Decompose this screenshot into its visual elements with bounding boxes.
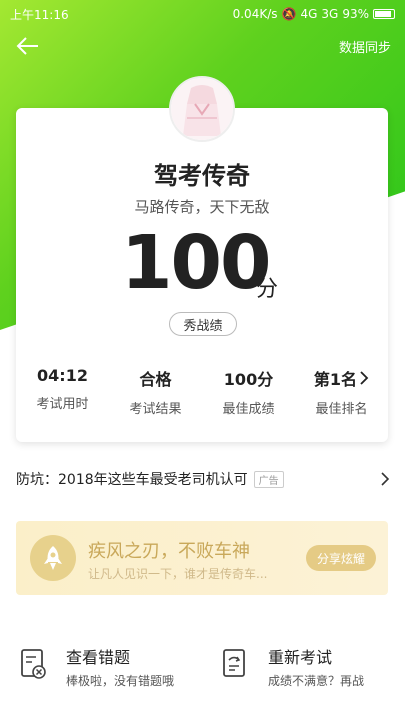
score-unit: 分 — [256, 277, 279, 302]
chevron-right-icon — [381, 472, 390, 486]
battery-icon — [373, 9, 395, 19]
mute-icon: 🔕 — [281, 7, 297, 21]
arrow-left-icon — [16, 37, 38, 55]
chevron-right-icon — [360, 371, 369, 385]
result-title: 驾考传奇 — [154, 162, 250, 190]
score-value: 100 — [121, 220, 271, 306]
action-title: 查看错题 — [66, 648, 131, 667]
ad-badge: 广告 — [253, 470, 284, 488]
actions-row: 查看错题 棒极啦，没有错题哦 重新考试 成绩不满意？再战 — [0, 638, 405, 698]
banner-subtitle: 让凡人见识一下，谁才是传奇车... — [88, 567, 268, 581]
view-wrong-questions-button[interactable]: 查看错题 棒极啦，没有错题哦 — [20, 638, 190, 698]
top-nav: 数据同步 — [0, 28, 405, 64]
battery-level: 93% — [342, 7, 369, 21]
stat-exam-time: 04:12 考试用时 — [36, 366, 89, 412]
status-time: 上午11:16 — [10, 7, 69, 22]
signal-3g: 3G — [321, 7, 339, 21]
result-card: 驾考传奇 马路传奇，天下无敌 100 分 秀战绩 04:12 考试用时 合格 考… — [16, 108, 388, 442]
ad-link[interactable]: 防坑：2018年这些车最受老司机认可 广告 — [16, 468, 390, 490]
action-title: 重新考试 — [268, 648, 333, 667]
stat-exam-result: 合格 考试结果 — [129, 370, 182, 417]
share-button[interactable]: 分享炫耀 — [306, 545, 376, 571]
stat-best-score: 100分 最佳成绩 — [222, 370, 275, 417]
ad-text: 防坑：2018年这些车最受老司机认可 — [16, 472, 248, 488]
rocket-icon — [30, 535, 76, 581]
back-button[interactable] — [14, 32, 42, 60]
avatar[interactable] — [169, 76, 235, 142]
stats-row: 04:12 考试用时 合格 考试结果 100分 最佳成绩 第1名 最佳排名 — [16, 366, 388, 417]
stat-best-rank[interactable]: 第1名 最佳排名 — [295, 366, 388, 417]
network-speed: 0.04K/s — [232, 7, 278, 21]
wrong-questions-icon — [21, 649, 46, 679]
banner-title: 疾风之刃，不败车神 — [88, 541, 250, 562]
show-record-button[interactable]: 秀战绩 — [169, 312, 237, 336]
avatar-image — [171, 78, 233, 140]
status-bar: 上午11:16 0.04K/s 🔕 4G 3G 93% — [0, 0, 405, 28]
retake-exam-icon — [223, 649, 245, 677]
action-subtitle: 成绩不满意？再战 — [268, 674, 365, 688]
result-subtitle: 马路传奇，天下无敌 — [134, 198, 270, 216]
action-subtitle: 棒极啦，没有错题哦 — [66, 674, 175, 688]
retake-exam-button[interactable]: 重新考试 成绩不满意？再战 — [222, 638, 392, 698]
signal-4g: 4G — [300, 7, 318, 21]
achievement-banner: 疾风之刃，不败车神 让凡人见识一下，谁才是传奇车... 分享炫耀 — [16, 521, 388, 595]
data-sync-button[interactable]: 数据同步 — [339, 37, 391, 56]
